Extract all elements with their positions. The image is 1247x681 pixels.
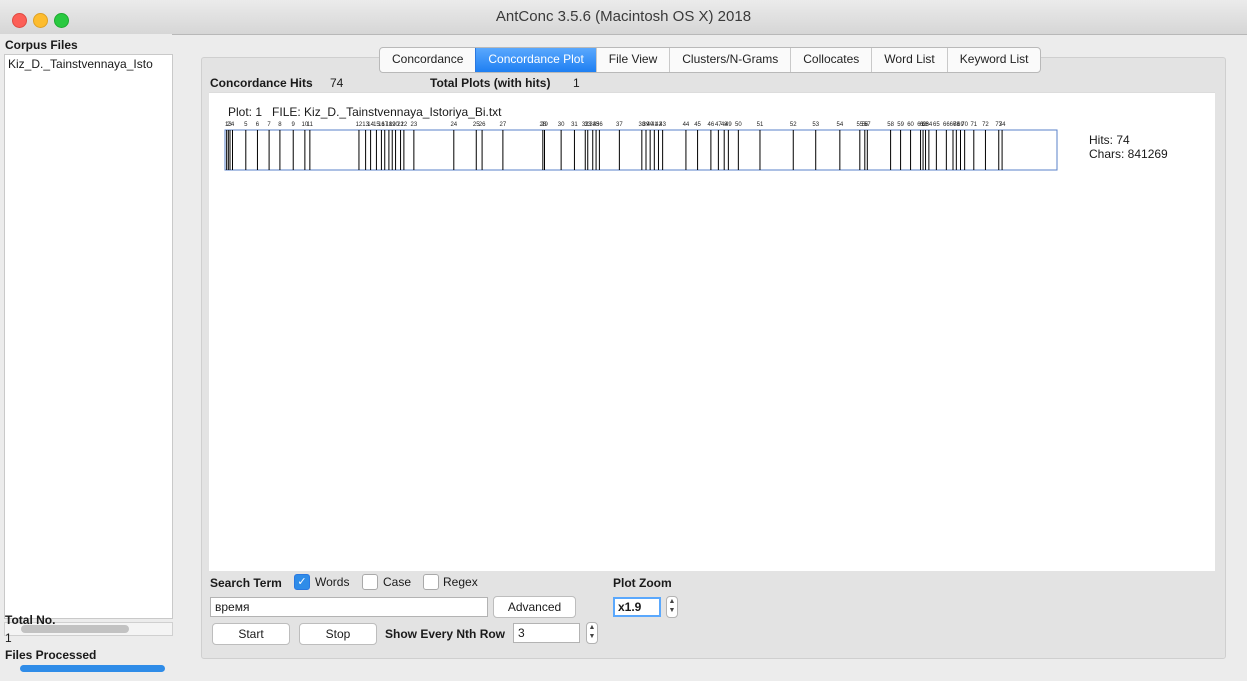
hit-index-label: 53	[812, 122, 819, 128]
hit-index-label: 51	[757, 122, 764, 128]
tab-keyword-list[interactable]: Keyword List	[946, 48, 1041, 72]
words-checkbox[interactable]: ✓	[294, 574, 310, 590]
case-label: Case	[383, 575, 412, 589]
hit-index-label: 8	[278, 122, 282, 128]
total-plots-value: 1	[573, 76, 580, 90]
hit-index-label: 26	[479, 122, 486, 128]
search-term-label: Search Term	[210, 576, 282, 590]
total-no-label: Total No.	[5, 613, 56, 627]
corpus-panel: Corpus Files Kiz_D._Tainstvennaya_Isto T…	[0, 34, 173, 681]
plot-info: Hits: 74 Chars: 841269	[1089, 133, 1168, 161]
hit-index-label: 29	[541, 122, 548, 128]
stepper-arrows-icon: ▲ ▼	[668, 598, 676, 614]
concordance-hits-label: Concordance Hits	[210, 76, 313, 90]
hit-index-label: 31	[571, 122, 578, 128]
tab-concordance[interactable]: Concordance	[380, 48, 475, 72]
hit-index-label: 23	[411, 122, 418, 128]
plot-zoom-input[interactable]: x1.9	[613, 597, 661, 617]
hit-index-label: 54	[837, 122, 844, 128]
plot-frame	[224, 129, 1058, 171]
tab-collocates[interactable]: Collocates	[790, 48, 871, 72]
files-processed-progress	[20, 665, 165, 672]
hit-index-label: 36	[596, 122, 603, 128]
hit-index-label: 37	[616, 122, 623, 128]
total-no-value: 1	[5, 631, 12, 645]
hit-index-label: 43	[659, 122, 666, 128]
hit-index-label: 70	[961, 122, 968, 128]
hit-index-label: 45	[694, 122, 701, 128]
hit-index-label: 5	[244, 122, 248, 128]
stepper-arrows-icon: ▲ ▼	[588, 624, 596, 640]
regex-checkbox[interactable]	[423, 574, 439, 590]
hit-index-label: 50	[735, 122, 742, 128]
hit-index-label: 64	[926, 122, 933, 128]
hit-index-label: 9	[292, 122, 296, 128]
progress-fill	[20, 665, 165, 672]
checkmark-icon: ✓	[297, 576, 307, 588]
concordance-hits-value: 74	[330, 76, 344, 90]
hit-index-label: 52	[790, 122, 797, 128]
case-checkbox[interactable]	[362, 574, 378, 590]
hit-index-label: 65	[933, 122, 940, 128]
hit-index-label: 57	[864, 122, 871, 128]
hit-index-label: 46	[708, 122, 715, 128]
window-title: AntConc 3.5.6 (Macintosh OS X) 2018	[495, 8, 752, 25]
hit-index-label: 24	[450, 122, 457, 128]
concordance-plot-area[interactable]: Plot: 1 FILE: Kiz_D._Tainstvennaya_Istor…	[209, 92, 1215, 571]
hit-index-label: 30	[558, 122, 565, 128]
files-processed-label: Files Processed	[5, 648, 97, 662]
tab-clusters-n-grams[interactable]: Clusters/N-Grams	[669, 48, 790, 72]
hit-index-label: 72	[982, 122, 989, 128]
tab-concordance-plot[interactable]: Concordance Plot	[475, 48, 596, 72]
hit-index-label: 59	[897, 122, 904, 128]
hit-index-label: 74	[999, 122, 1006, 128]
nth-row-stepper[interactable]: ▲ ▼	[586, 622, 598, 644]
hit-index-label: 71	[970, 122, 977, 128]
hit-barcode-plot[interactable]: 123 4 5 6 7 8 9 1011 12 1314 1516171819202122 23 24 2…	[209, 117, 1069, 173]
plot-zoom-label: Plot Zoom	[613, 576, 672, 590]
search-term-input[interactable]: время	[210, 597, 488, 617]
hit-index-label: 44	[683, 122, 690, 128]
tab-file-view[interactable]: File View	[595, 48, 669, 72]
hit-index-label: 60	[907, 122, 914, 128]
chars-count-text: Chars: 841269	[1089, 147, 1168, 161]
start-button[interactable]: Start	[212, 623, 290, 645]
regex-label: Regex	[443, 575, 478, 589]
words-label: Words	[315, 575, 350, 589]
hit-index-label: 4	[231, 122, 235, 128]
corpus-file-item[interactable]: Kiz_D._Tainstvennaya_Isto	[8, 57, 168, 71]
hit-index-label: 58	[887, 122, 894, 128]
stop-button[interactable]: Stop	[299, 623, 377, 645]
nth-row-input[interactable]: 3	[513, 623, 580, 643]
hit-index-label: 11	[307, 122, 314, 128]
tool-tabs: Concordance Concordance Plot File View Clus…	[379, 47, 1042, 73]
hits-count-text: Hits: 74	[1089, 133, 1130, 147]
title-bar: AntConc 3.5.6 (Macintosh OS X) 2018	[0, 0, 1247, 35]
hit-index-label: 49	[725, 122, 732, 128]
hit-index-label: 7	[267, 122, 271, 128]
hit-index-label: 6	[256, 122, 260, 128]
tab-word-list[interactable]: Word List	[871, 48, 946, 72]
total-plots-label: Total Plots (with hits)	[430, 76, 551, 90]
hit-index-label: 27	[500, 122, 507, 128]
plot-zoom-stepper[interactable]: ▲ ▼	[666, 596, 678, 618]
advanced-button[interactable]: Advanced	[493, 596, 576, 618]
hit-index-label: 22	[401, 122, 408, 128]
show-every-nth-row-label: Show Every Nth Row	[385, 627, 506, 641]
corpus-file-list[interactable]: Kiz_D._Tainstvennaya_Isto	[4, 54, 173, 619]
corpus-files-label: Corpus Files	[5, 38, 78, 52]
